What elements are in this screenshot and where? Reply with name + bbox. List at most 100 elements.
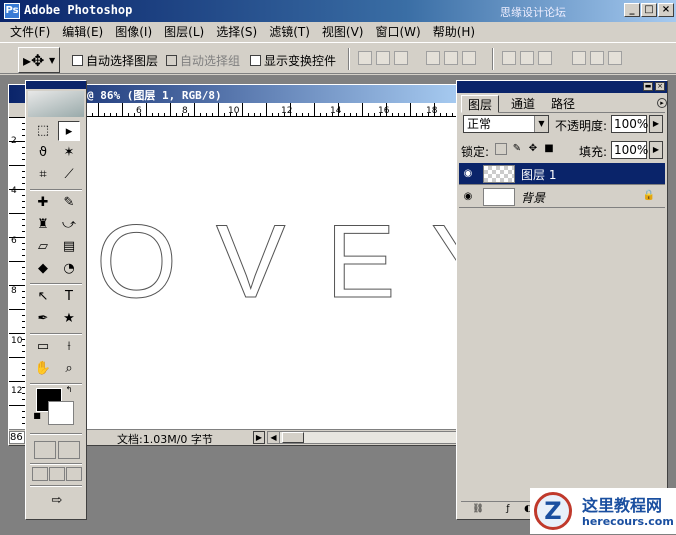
opacity-slider-arrow-icon[interactable]: ▶ bbox=[649, 115, 663, 133]
distribute-bottom-icon[interactable] bbox=[538, 51, 552, 65]
layer-style-icon[interactable]: ƒ bbox=[501, 504, 515, 516]
palette-minimize-icon[interactable]: ▬ bbox=[643, 82, 653, 91]
jump-to-imageready-icon[interactable]: ⇨ bbox=[44, 491, 70, 511]
background-color-swatch[interactable] bbox=[48, 401, 74, 425]
blend-mode-select[interactable]: 正常 ▼ bbox=[463, 115, 549, 133]
opacity-input[interactable]: 100% bbox=[611, 115, 648, 133]
palette-titlebar[interactable]: ▬ × bbox=[457, 81, 667, 93]
align-right-icon[interactable] bbox=[462, 51, 476, 65]
screen-mode-standard-icon[interactable] bbox=[32, 467, 48, 481]
vertical-ruler[interactable]: 2 4 6 8 10 12 bbox=[9, 117, 26, 429]
palette-close-icon[interactable]: × bbox=[655, 82, 665, 91]
maximize-button[interactable]: □ bbox=[641, 3, 657, 17]
toolbox-divider bbox=[30, 189, 82, 191]
screen-mode-menubar-icon[interactable] bbox=[49, 467, 65, 481]
menu-edit[interactable]: 编辑(E) bbox=[56, 23, 109, 41]
history-brush-tool-icon[interactable]: ⤻ bbox=[58, 215, 80, 235]
scroll-left-icon[interactable]: ◀ bbox=[268, 432, 280, 443]
horizontal-ruler[interactable]: 6 8 10 12 14 16 18 bbox=[26, 103, 457, 117]
hand-tool-icon[interactable]: ✋ bbox=[32, 359, 54, 379]
eye-icon[interactable]: ◉ bbox=[461, 167, 475, 181]
distribute-hcenter-icon[interactable] bbox=[590, 51, 604, 65]
marquee-tool-icon[interactable]: ⬚ bbox=[32, 121, 54, 141]
zoom-tool-icon[interactable]: ⌕ bbox=[58, 359, 80, 379]
blur-tool-icon[interactable]: ◆ bbox=[32, 259, 54, 279]
auto-select-layer-checkbox[interactable]: 自动选择图层 bbox=[72, 52, 158, 69]
pen-tool-icon[interactable]: ✒ bbox=[32, 309, 54, 329]
align-hcenter-icon[interactable] bbox=[444, 51, 458, 65]
auto-select-group-checkbox[interactable]: 自动选择组 bbox=[166, 52, 240, 69]
quick-mask-mode-button[interactable] bbox=[58, 441, 80, 459]
slice-tool-icon[interactable]: ⟋ bbox=[58, 165, 80, 185]
notes-tool-icon[interactable]: ▭ bbox=[32, 337, 54, 357]
minimize-button[interactable]: _ bbox=[624, 3, 640, 17]
ruler-label: 4 bbox=[11, 186, 17, 196]
toolbox-titlebar[interactable] bbox=[26, 81, 86, 89]
eyedropper-tool-icon[interactable]: ⟊ bbox=[58, 337, 80, 357]
clone-stamp-tool-icon[interactable]: ♜ bbox=[32, 215, 54, 235]
fill-input[interactable]: 100% bbox=[611, 141, 648, 159]
menu-window[interactable]: 窗口(W) bbox=[369, 23, 426, 41]
ruler-label: 14 bbox=[330, 106, 342, 116]
photoshop-app-icon: Ps bbox=[4, 3, 20, 19]
eye-icon[interactable]: ◉ bbox=[461, 190, 475, 204]
magic-wand-tool-icon[interactable]: ✶ bbox=[58, 143, 80, 163]
eraser-tool-icon[interactable]: ▱ bbox=[32, 237, 54, 257]
toolbox-divider bbox=[30, 283, 82, 285]
default-colors-icon[interactable]: ■ bbox=[32, 411, 42, 421]
align-left-icon[interactable] bbox=[426, 51, 440, 65]
distribute-vcenter-icon[interactable] bbox=[520, 51, 534, 65]
status-menu-arrow-icon[interactable]: ▶ bbox=[253, 431, 265, 444]
lock-all-icon[interactable]: ■ bbox=[543, 143, 555, 155]
chevron-down-icon: ▼ bbox=[49, 56, 56, 65]
document-canvas[interactable]: O V E Y bbox=[26, 117, 457, 429]
healing-brush-tool-icon[interactable]: ✚ bbox=[32, 193, 54, 213]
gradient-tool-icon[interactable]: ▤ bbox=[58, 237, 80, 257]
menu-help[interactable]: 帮助(H) bbox=[427, 23, 481, 41]
distribute-left-icon[interactable] bbox=[572, 51, 586, 65]
show-transform-checkbox[interactable]: 显示变换控件 bbox=[250, 52, 336, 69]
horizontal-scrollbar[interactable]: ◀ bbox=[267, 431, 457, 444]
align-top-icon[interactable] bbox=[358, 51, 372, 65]
crop-tool-icon[interactable]: ⌗ bbox=[32, 165, 54, 185]
menu-image[interactable]: 图像(I) bbox=[109, 23, 158, 41]
screen-mode-full-icon[interactable] bbox=[66, 467, 82, 481]
align-vcenter-icon[interactable] bbox=[376, 51, 390, 65]
distribute-right-icon[interactable] bbox=[608, 51, 622, 65]
lock-transparency-icon[interactable] bbox=[495, 143, 507, 155]
tool-preset-picker[interactable]: ▸✥ ▼ bbox=[18, 47, 60, 73]
show-transform-label: 显示变换控件 bbox=[264, 54, 337, 68]
swap-colors-icon[interactable]: ↰ bbox=[64, 385, 74, 395]
menu-view[interactable]: 视图(V) bbox=[316, 23, 370, 41]
tab-paths[interactable]: 路径 bbox=[545, 95, 581, 113]
toolbox-divider bbox=[30, 333, 82, 335]
layer-row[interactable]: ◉ 图层 1 bbox=[459, 163, 665, 185]
layer-row[interactable]: ◉ 背景 🔒 bbox=[459, 186, 665, 208]
scroll-thumb[interactable] bbox=[282, 432, 304, 443]
lock-position-icon[interactable]: ✥ bbox=[527, 143, 539, 155]
lock-image-icon[interactable]: ✎ bbox=[511, 143, 523, 155]
lasso-tool-icon[interactable]: ϑ bbox=[32, 143, 54, 163]
close-button[interactable]: × bbox=[658, 3, 674, 17]
menu-select[interactable]: 选择(S) bbox=[210, 23, 263, 41]
custom-shape-tool-icon[interactable]: ★ bbox=[58, 309, 80, 329]
menu-layer[interactable]: 图层(L) bbox=[158, 23, 210, 41]
fill-slider-arrow-icon[interactable]: ▶ bbox=[649, 141, 663, 159]
zoom-field[interactable]: 86 bbox=[9, 431, 25, 444]
move-tool-icon[interactable]: ▸ bbox=[58, 121, 80, 141]
tab-layers[interactable]: 图层 bbox=[461, 95, 500, 113]
align-bottom-icon[interactable] bbox=[394, 51, 408, 65]
distribute-top-icon[interactable] bbox=[502, 51, 516, 65]
path-selection-tool-icon[interactable]: ↖ bbox=[32, 287, 54, 307]
brush-tool-icon[interactable]: ✎ bbox=[58, 193, 80, 213]
tab-channels[interactable]: 通道 bbox=[505, 95, 541, 113]
standard-mode-button[interactable] bbox=[34, 441, 56, 459]
dodge-tool-icon[interactable]: ◔ bbox=[58, 259, 80, 279]
ruler-ticks: 6 8 10 12 14 16 18 bbox=[26, 103, 453, 117]
menu-file[interactable]: 文件(F) bbox=[4, 23, 56, 41]
link-layers-icon[interactable]: ⛓ bbox=[471, 504, 485, 516]
type-tool-icon[interactable]: T bbox=[58, 287, 80, 307]
menu-filter[interactable]: 滤镜(T) bbox=[263, 23, 316, 41]
window-title: Adobe Photoshop bbox=[24, 3, 133, 17]
palette-menu-icon[interactable]: ▸ bbox=[657, 98, 667, 108]
